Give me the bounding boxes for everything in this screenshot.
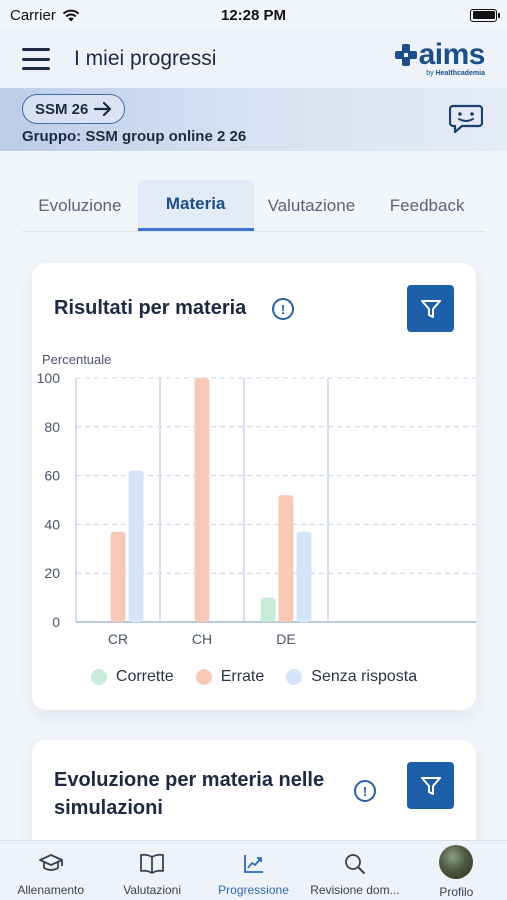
bar-ch-errate <box>194 378 210 622</box>
book-icon <box>140 853 165 874</box>
bar-de-corrette <box>260 597 276 622</box>
y-axis-label: Percentuale <box>42 352 111 367</box>
ssm-course-label: SSM 26 <box>35 100 89 118</box>
legend-label: Senza risposta <box>311 668 418 685</box>
tab-materia[interactable]: Materia <box>137 180 254 231</box>
aims-logo: aims by Healthcademia <box>394 37 486 77</box>
results-by-subject-card: Risultati per materia ! Percentuale 0 20 40… <box>32 263 476 710</box>
logo-text: aims <box>418 37 486 71</box>
nav-allenamento[interactable]: Allenamento <box>0 841 101 900</box>
legend-item-errate[interactable]: Errate <box>195 668 265 686</box>
legend-item-senza-risposta[interactable]: Senza risposta <box>286 668 417 686</box>
info-icon[interactable]: ! <box>354 780 376 802</box>
arrow-right-icon <box>94 102 112 116</box>
bottom-navigation: Allenamento Valutazioni Progressione Rev… <box>0 840 507 900</box>
y-tick-label: 40 <box>44 516 60 532</box>
medical-cross-icon <box>394 43 417 66</box>
filter-button[interactable] <box>407 762 454 809</box>
legend-swatch <box>195 669 212 685</box>
nav-label: Progressione <box>218 883 289 897</box>
bar-cr-errate <box>110 531 126 622</box>
nav-label: Profilo <box>439 885 474 899</box>
status-bar: Carrier 12:28 PM <box>0 0 507 30</box>
logo-subtitle: by Healthcademia <box>426 69 485 77</box>
tab-bar: Evoluzione Materia Valutazione Feedback <box>22 180 485 232</box>
avatar <box>439 845 474 879</box>
chart-legend: Corrette Errate Senza risposta <box>32 668 476 686</box>
bar-de-errate <box>278 495 294 622</box>
nav-label: Allenamento <box>17 883 85 897</box>
y-tick-label: 60 <box>44 468 60 484</box>
carrier-info: Carrier <box>10 7 80 24</box>
nav-valutazioni[interactable]: Valutazioni <box>101 841 202 900</box>
search-icon <box>345 854 365 874</box>
nav-label: Valutazioni <box>123 883 182 897</box>
y-tick-label: 0 <box>52 614 60 630</box>
battery-icon <box>470 8 500 22</box>
bar-de-senza-risposta <box>296 531 312 622</box>
tab-feedback[interactable]: Feedback <box>369 180 485 231</box>
bar-cr-senza-risposta <box>128 470 144 622</box>
group-banner: SSM 26 Gruppo: SSM group online 2 26 <box>0 88 507 151</box>
y-tick-label: 80 <box>44 419 60 435</box>
legend-item-corrette[interactable]: Corrette <box>90 668 174 686</box>
wifi-icon <box>62 9 80 21</box>
y-tick-label: 100 <box>37 370 61 386</box>
y-tick-label: 20 <box>44 565 60 581</box>
x-tick-label: CH <box>192 631 212 647</box>
nav-progressione[interactable]: Progressione <box>203 841 304 900</box>
chart-icon <box>243 855 263 873</box>
results-bar-chart: Percentuale 0 20 40 60 80 100 CR CH DE <box>37 352 476 647</box>
nav-label: Revisione dom... <box>310 883 400 897</box>
filter-icon <box>420 776 441 795</box>
card-title: Evoluzione per materia nelle simulazioni <box>54 769 325 819</box>
carrier-label: Carrier <box>10 6 56 24</box>
legend-swatch <box>286 669 303 685</box>
chat-feedback-icon[interactable] <box>449 104 483 134</box>
graduation-cap-icon <box>38 854 63 871</box>
page-title: I miei progressi <box>74 47 217 70</box>
legend-swatch <box>90 669 107 685</box>
legend-label: Errate <box>220 668 265 685</box>
tab-valutazione[interactable]: Valutazione <box>254 180 370 231</box>
nav-profilo[interactable]: Profilo <box>406 841 507 900</box>
ssm-course-button[interactable]: SSM 26 <box>22 94 126 124</box>
group-name: Gruppo: SSM group online 2 26 <box>22 128 247 145</box>
legend-label: Corrette <box>115 668 174 685</box>
x-tick-label: CR <box>108 631 128 647</box>
tab-evoluzione[interactable]: Evoluzione <box>22 180 138 231</box>
menu-icon[interactable] <box>22 48 50 70</box>
nav-revisione[interactable]: Revisione dom... <box>304 841 405 900</box>
clock: 12:28 PM <box>220 6 287 24</box>
app-header: I miei progressi aims by Healthcademia <box>0 30 507 88</box>
x-tick-label: DE <box>276 631 295 647</box>
